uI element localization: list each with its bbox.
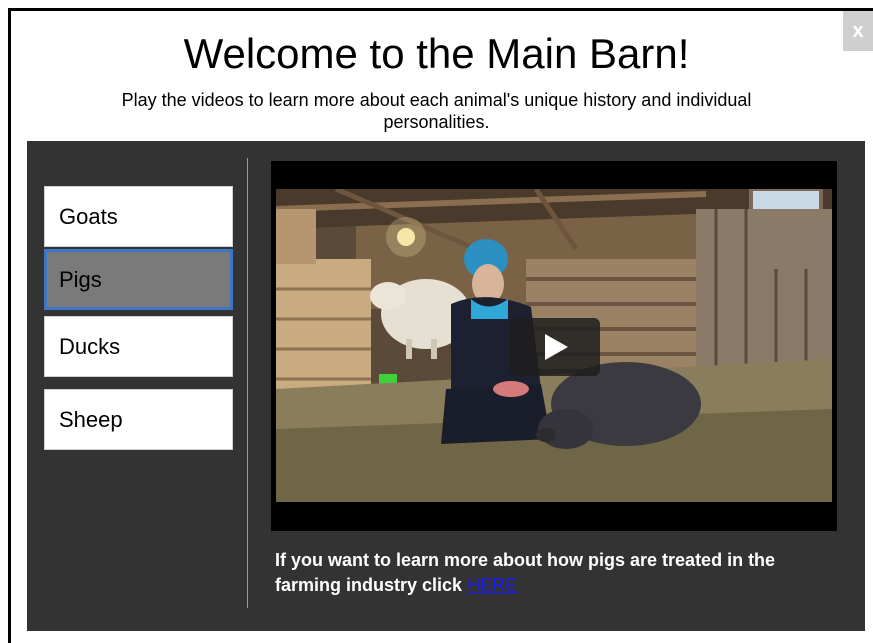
panel-divider: [247, 158, 248, 608]
animal-button-pigs[interactable]: Pigs: [44, 249, 233, 310]
animal-button-goats[interactable]: Goats: [44, 186, 233, 247]
page-title: Welcome to the Main Barn!: [183, 30, 690, 77]
animal-button-ducks[interactable]: Ducks: [44, 316, 233, 377]
info-text: If you want to learn more about how pigs…: [275, 548, 835, 598]
play-icon: [545, 334, 568, 360]
page-subtitle: Play the videos to learn more about each…: [121, 90, 752, 132]
play-button[interactable]: [510, 318, 600, 376]
info-text-body: If you want to learn more about how pigs…: [275, 550, 776, 595]
here-link[interactable]: HERE: [467, 575, 517, 595]
animal-button-sheep[interactable]: Sheep: [44, 389, 233, 450]
